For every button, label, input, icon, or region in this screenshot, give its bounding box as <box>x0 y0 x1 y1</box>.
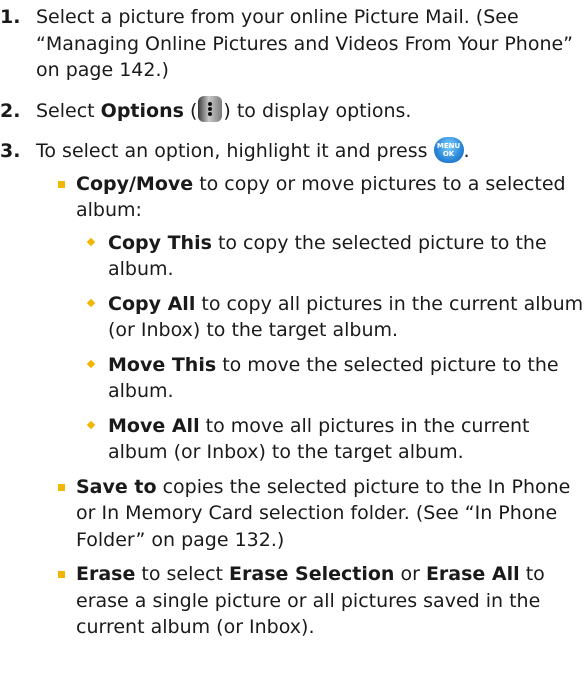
step-text: Select Options ( ) to display options. <box>36 96 585 125</box>
step-text-post: ) to display options. <box>223 99 412 122</box>
erase-all-label: Erase All <box>425 563 520 585</box>
square-bullet-icon <box>58 180 65 188</box>
step-text-pre: Select <box>36 99 95 122</box>
menu-key-top-label: MENU <box>436 141 461 150</box>
menu-ok-key-icon: MENU OK <box>433 136 464 163</box>
list-item-move-all: Move All to move all pictures in the cur… <box>76 413 585 466</box>
menu-key-bottom-label: OK <box>442 149 455 158</box>
diamond-bullet-icon <box>86 420 96 429</box>
option-list: Copy/Move to copy or move pictures to a … <box>36 171 585 641</box>
square-bullet-icon <box>58 483 65 491</box>
step-3: 3. To select an option, highlight it and… <box>0 136 585 641</box>
paren-open: ( <box>183 99 198 122</box>
option-name: Move All <box>108 414 200 437</box>
step-number: 3. <box>0 140 21 162</box>
option-name: Move This <box>108 353 217 376</box>
options-softkey-icon <box>198 96 223 122</box>
diamond-bullet-icon <box>86 237 96 246</box>
options-label: Options <box>100 99 184 122</box>
option-desc-a: to select <box>135 563 230 585</box>
list-item-copy-this: Copy This to copy the selected picture t… <box>76 230 585 283</box>
list-item-save-to: Save to copies the selected picture to t… <box>36 474 585 554</box>
step-number: 1. <box>0 6 21 28</box>
step-number: 2. <box>0 99 21 122</box>
option-name: Erase <box>76 563 136 585</box>
erase-selection-label: Erase Selection <box>229 563 395 585</box>
option-name: Save to <box>76 475 157 498</box>
step-text-main: To select an option, highlight it and pr… <box>36 140 428 162</box>
square-bullet-icon <box>58 571 65 578</box>
step-2: 2. Select Options ( ) to display options. <box>0 96 585 125</box>
diamond-bullet-icon <box>86 298 96 307</box>
list-item-copy-move: Copy/Move to copy or move pictures to a … <box>36 171 585 466</box>
step-text: To select an option, highlight it and pr… <box>36 136 585 165</box>
list-item-erase: Erase to select Erase Selection or Erase… <box>36 561 585 641</box>
step-text: Select a picture from your online Pictur… <box>36 6 574 81</box>
option-name: Copy This <box>108 231 212 254</box>
instruction-page: 1. Select a picture from your online Pic… <box>0 4 585 655</box>
option-name: Copy All <box>108 292 196 315</box>
list-item-copy-all: Copy All to copy all pictures in the cur… <box>76 291 585 344</box>
vertical-dots-icon <box>208 102 213 116</box>
option-desc-b: or <box>394 563 426 585</box>
copy-move-sublist: Copy This to copy the selected picture t… <box>76 230 585 466</box>
option-name: Copy/Move <box>76 172 194 195</box>
list-item-move-this: Move This to move the selected picture t… <box>76 352 585 405</box>
diamond-bullet-icon <box>86 359 96 368</box>
step-1: 1. Select a picture from your online Pic… <box>0 4 585 84</box>
